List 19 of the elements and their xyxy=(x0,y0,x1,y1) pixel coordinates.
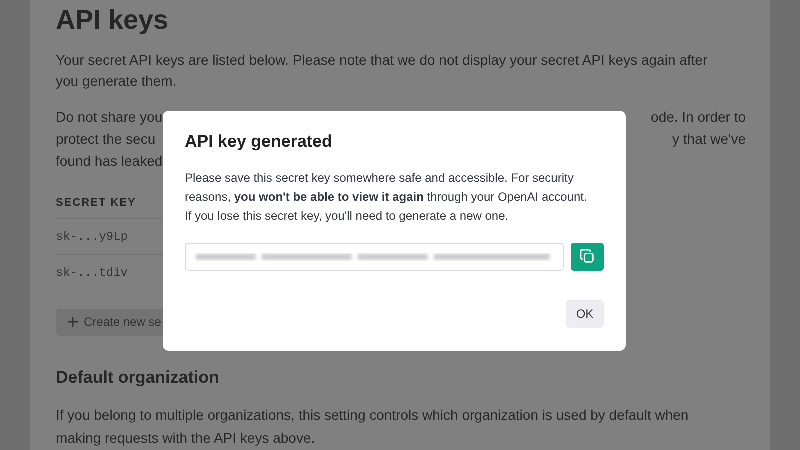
dialog-message: Please save this secret key somewhere safe and accessible. For security reasons, you won't be able to view it again through your OpenAI account. If you lose this secret key, you'll need to generate a new one. xyxy=(185,170,588,224)
column-header: SECRET KEY xyxy=(56,196,136,211)
section-title: Default organization xyxy=(56,366,220,389)
key-cell-text: sk-...tdiv xyxy=(56,264,128,282)
dialog-title: API key generated xyxy=(185,131,334,153)
warning-text: found has leaked xyxy=(56,152,163,171)
page-title: API keys xyxy=(56,4,170,37)
warning-text: ode. In order to xyxy=(651,108,746,127)
copy-icon xyxy=(580,249,596,264)
ok-button[interactable]: OK xyxy=(566,300,604,328)
warning-text: y that we've xyxy=(672,130,746,149)
plus-icon xyxy=(68,317,78,327)
key-cell-text: sk-...y9Lp xyxy=(56,228,128,246)
key-field[interactable] xyxy=(185,242,564,270)
intro-text: Your secret API keys are listed below. Please note that we do not display your secret API keys again after you generate them. xyxy=(56,51,709,91)
warning-text: Do not share you xyxy=(56,108,163,127)
section-text: If you belong to multiple organizations, this setting controls which organization is used by default when making requests with the API keys above. xyxy=(56,406,690,448)
warning-text: protect the secu xyxy=(56,130,156,149)
copy-button[interactable] xyxy=(571,242,604,270)
